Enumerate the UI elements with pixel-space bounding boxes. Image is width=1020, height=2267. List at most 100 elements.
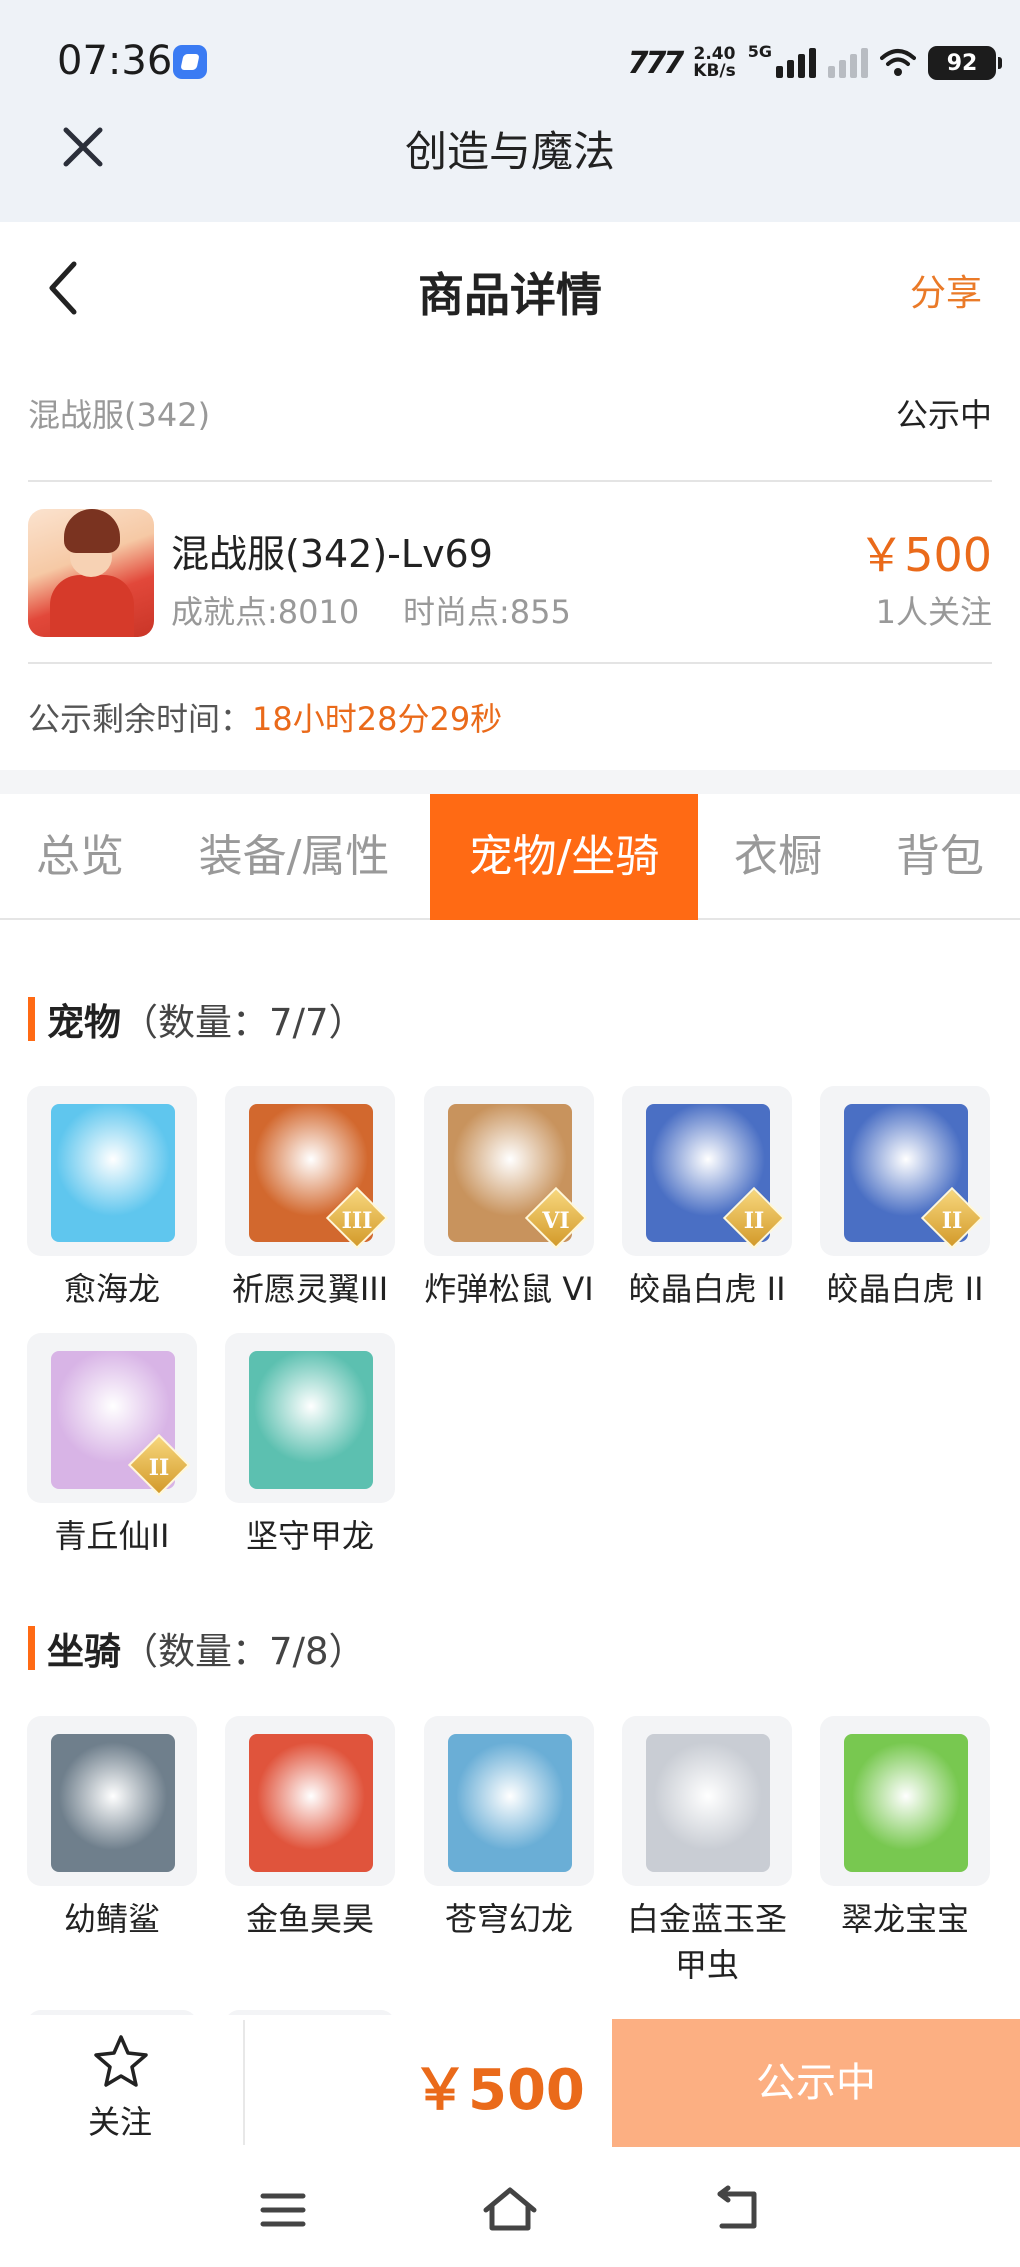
pet-card[interactable]: II 皎晶白虎 II <box>820 1086 990 1312</box>
app-title: 创造与魔法 <box>404 127 615 176</box>
pet-image: II <box>27 1333 197 1503</box>
mount-name: 金鱼昊昊 <box>245 1900 374 1938</box>
mount-art <box>448 1734 572 1872</box>
achievement-points: 成就点:8010 <box>171 593 360 631</box>
status-indicators: 777 2.40 KB/s 5G 92 <box>627 40 1002 86</box>
divider <box>28 480 992 482</box>
mount-card[interactable]: 金鱼昊昊 <box>225 1716 395 1942</box>
mount-image <box>622 1716 792 1886</box>
page-title: 商品详情 <box>418 268 602 322</box>
mount-image <box>820 1716 990 1886</box>
mounts-section-header: 坐骑 （数量：7/8） <box>28 1622 366 1674</box>
mount-art <box>51 1734 175 1872</box>
product-summary[interactable]: 混战服(342)-Lv69 成就点:8010 时尚点:855 ￥500 1人关注 <box>28 505 992 640</box>
server-name: 混战服(342) <box>28 396 211 434</box>
mount-card[interactable]: 幼鲭鲨 <box>27 1716 197 1942</box>
tab-equipment[interactable]: 装备/属性 <box>160 794 428 920</box>
product-name: 混战服(342)-Lv69 <box>171 532 493 576</box>
mount-image <box>225 1716 395 1886</box>
pets-title: 宠物 <box>47 1001 121 1044</box>
signal-bars-secondary-icon <box>828 48 868 78</box>
mount-card[interactable]: 翠龙宝宝 <box>820 1716 990 1942</box>
tab-backpack[interactable]: 背包 <box>860 794 1020 920</box>
pet-card[interactable]: II 皎晶白虎 II <box>622 1086 792 1312</box>
pet-image: II <box>820 1086 990 1256</box>
section-accent-bar <box>28 1626 35 1670</box>
app-notification-icon <box>173 45 207 79</box>
mount-art <box>646 1734 770 1872</box>
bottom-action-bar: 关注 ￥500 公示中 <box>0 2015 1020 2150</box>
product-price: ￥500 <box>858 528 992 582</box>
server-row: 混战服(342) 公示中 <box>28 390 992 440</box>
pet-name: 祈愿灵翼III <box>231 1270 389 1308</box>
mount-card[interactable]: 苍穹幻龙 <box>424 1716 594 1942</box>
follower-count: 1人关注 <box>875 593 992 631</box>
tab-wardrobe[interactable]: 衣橱 <box>698 794 858 920</box>
pet-name: 皎晶白虎 II <box>826 1270 984 1308</box>
divider <box>243 2020 245 2145</box>
share-button[interactable]: 分享 <box>910 264 982 316</box>
remaining-time-value: 18小时28分29秒 <box>252 700 503 738</box>
pet-image: II <box>622 1086 792 1256</box>
carrier-signal-icon: 777 <box>627 45 685 81</box>
mount-name: 幼鲭鲨 <box>63 1900 160 1938</box>
public-status: 公示中 <box>895 396 992 434</box>
mount-name: 苍穹幻龙 <box>444 1900 573 1938</box>
page-header: 商品详情 分享 <box>0 222 1020 357</box>
pet-card[interactable]: VI 炸弹松鼠 VI <box>424 1086 594 1312</box>
status-button[interactable]: 公示中 <box>612 2019 1020 2147</box>
remaining-time-label: 公示剩余时间： <box>28 700 253 738</box>
section-accent-bar <box>28 997 35 1041</box>
detail-tabs: 总览 装备/属性 宠物/坐骑 衣橱 背包 <box>0 794 1020 920</box>
status-bar: 07:36 777 2.40 KB/s 5G 92 <box>0 0 1020 125</box>
status-time: 07:36 <box>57 38 173 84</box>
tab-pets-mounts[interactable]: 宠物/坐骑 <box>430 794 698 920</box>
menu-icon[interactable] <box>253 2180 313 2240</box>
pet-name: 青丘仙II <box>54 1517 170 1555</box>
pets-count: （数量：7/7） <box>121 1001 366 1044</box>
mount-name: 翠龙宝宝 <box>840 1900 969 1938</box>
mount-image <box>27 1716 197 1886</box>
pet-card[interactable]: II 青丘仙II <box>27 1333 197 1559</box>
wifi-icon <box>880 49 916 76</box>
tab-overview[interactable]: 总览 <box>0 794 160 920</box>
mount-card[interactable]: 白金蓝玉圣甲虫 <box>622 1716 792 1988</box>
mounts-count: （数量：7/8） <box>121 1630 366 1673</box>
pet-card[interactable]: III 祈愿灵翼III <box>225 1086 395 1312</box>
pet-name: 皎晶白虎 II <box>628 1270 786 1308</box>
star-icon <box>94 2035 148 2087</box>
home-icon[interactable] <box>480 2180 540 2240</box>
network-type: 5G <box>747 41 772 61</box>
mount-art <box>249 1734 373 1872</box>
divider <box>28 662 992 664</box>
pet-card[interactable]: 愈海龙 <box>27 1086 197 1312</box>
network-speed-unit: KB/s <box>693 61 736 81</box>
pet-image <box>27 1086 197 1256</box>
system-nav-bar <box>0 2150 1020 2267</box>
pet-art <box>51 1104 175 1242</box>
mounts-title: 坐骑 <box>47 1630 121 1673</box>
mount-name: 白金蓝玉圣甲虫 <box>626 1900 787 1984</box>
follow-button[interactable]: 关注 <box>40 2015 200 2150</box>
pet-name: 坚守甲龙 <box>245 1517 374 1555</box>
pet-card[interactable]: 坚守甲龙 <box>225 1333 395 1559</box>
mount-image <box>424 1716 594 1886</box>
battery-icon: 92 <box>928 46 1002 80</box>
back-icon[interactable] <box>708 2180 768 2240</box>
network-speed: 2.40 KB/s <box>693 46 735 80</box>
pet-image: III <box>225 1086 395 1256</box>
follow-label: 关注 <box>87 2103 152 2141</box>
character-avatar <box>28 509 154 637</box>
remaining-time: 公示剩余时间：18小时28分29秒 <box>28 694 502 744</box>
section-separator <box>0 770 1020 794</box>
top-zone: 07:36 777 2.40 KB/s 5G 92 创造与魔法 <box>0 0 1020 222</box>
pet-name: 炸弹松鼠 VI <box>424 1270 594 1308</box>
pet-name: 愈海龙 <box>63 1270 160 1308</box>
mount-art <box>844 1734 968 1872</box>
signal-bars-icon <box>776 48 816 78</box>
pet-image <box>225 1333 395 1503</box>
pets-section-header: 宠物 （数量：7/7） <box>28 993 366 1045</box>
pet-image: VI <box>424 1086 594 1256</box>
fashion-points: 时尚点:855 <box>403 593 571 631</box>
bottom-price: ￥500 <box>412 2058 585 2123</box>
